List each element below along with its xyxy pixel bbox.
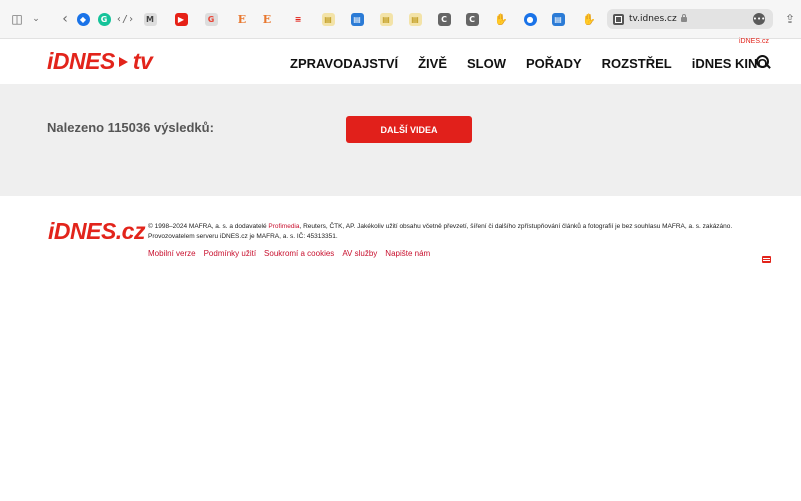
- tab-favicon-12[interactable]: C: [463, 10, 481, 28]
- logo-text-left: iDNES: [47, 48, 115, 74]
- footer-link-av[interactable]: AV služby: [342, 249, 377, 258]
- more-videos-button[interactable]: DALŠÍ VIDEA: [346, 116, 472, 143]
- idnes-cz-logo[interactable]: iDNES.cz: [48, 218, 145, 245]
- code-icon[interactable]: ‹/›: [116, 10, 134, 28]
- profimedia-link[interactable]: Profimedia: [268, 223, 299, 230]
- nav-item-porady[interactable]: POŘADY: [526, 56, 582, 71]
- tab-favicon-2[interactable]: ▶: [172, 10, 190, 28]
- tab-favicon-15[interactable]: ▤: [549, 10, 567, 28]
- footer-link-terms[interactable]: Podmínky užití: [204, 249, 256, 258]
- logo-text-right: tv: [132, 48, 153, 74]
- shield-favicon-icon[interactable]: ◆: [74, 10, 92, 28]
- results-count-title: Nalezeno 115036 výsledků:: [47, 120, 214, 135]
- tab-favicon-10[interactable]: ▤: [406, 10, 424, 28]
- chevron-down-icon[interactable]: ⌄: [27, 10, 45, 28]
- site-favicon-icon: [613, 13, 624, 25]
- nav-item-zpravodajstvi[interactable]: ZPRAVODAJSTVÍ: [290, 56, 398, 71]
- lock-icon: [680, 13, 687, 22]
- footer-link-privacy[interactable]: Soukromí a cookies: [264, 249, 334, 258]
- tab-favicon-9[interactable]: ▤: [377, 10, 395, 28]
- message-icon[interactable]: [762, 256, 771, 263]
- nav-item-zive[interactable]: ŽIVĚ: [418, 56, 447, 71]
- address-text: tv.idnes.cz: [629, 14, 677, 24]
- tab-favicon-13-icon[interactable]: ✋: [492, 10, 510, 28]
- main-nav: ZPRAVODAJSTVÍ ŽIVĚ SLOW POŘADY ROZSTŘEL …: [290, 56, 788, 71]
- tab-favicon-1[interactable]: M: [141, 10, 159, 28]
- more-icon[interactable]: •••: [753, 13, 765, 25]
- tab-favicon-7[interactable]: ▤: [319, 10, 337, 28]
- nav-item-rozstrel[interactable]: ROZSTŘEL: [602, 56, 672, 71]
- tab-favicon-16-icon[interactable]: ✋: [580, 10, 598, 28]
- address-bar[interactable]: tv.idnes.cz •••: [607, 9, 773, 29]
- browser-toolbar: ◫ ⌄ ‹ ◆ G ‹/› M ▶ G E E ≡ ▤ ▤ ▤ ▤ C C ✋ …: [0, 0, 801, 39]
- copyright-part-1: © 1998–2024 MAFRA, a. s. a dodavatelé: [148, 223, 269, 230]
- copyright-text: © 1998–2024 MAFRA, a. s. a dodavatelé Pr…: [148, 222, 778, 242]
- tab-favicon-11[interactable]: C: [435, 10, 453, 28]
- footer-links: Mobilní verze Podmínky užití Soukromí a …: [148, 249, 438, 258]
- play-arrow-icon: [118, 56, 128, 67]
- footer-link-contact[interactable]: Napište nám: [385, 249, 430, 258]
- sidebar-toggle-icon[interactable]: ◫: [8, 10, 26, 28]
- tab-favicon-4[interactable]: E: [233, 10, 251, 28]
- tab-favicon-8[interactable]: ▤: [348, 10, 366, 28]
- search-icon[interactable]: [755, 54, 771, 70]
- footer-link-mobile[interactable]: Mobilní verze: [148, 249, 196, 258]
- idnes-cz-link[interactable]: iDNES.cz: [739, 38, 769, 45]
- nav-item-slow[interactable]: SLOW: [467, 56, 506, 71]
- tab-favicon-3[interactable]: G: [202, 10, 220, 28]
- grammarly-favicon-icon[interactable]: G: [95, 10, 113, 28]
- idnes-tv-logo[interactable]: iDNES tv: [47, 48, 153, 75]
- tab-favicon-14[interactable]: ●: [521, 10, 539, 28]
- tab-favicon-6[interactable]: ≡: [289, 10, 307, 28]
- back-icon[interactable]: ‹: [56, 10, 74, 28]
- share-icon[interactable]: ⇪: [781, 10, 799, 28]
- tab-favicon-5[interactable]: E: [258, 10, 276, 28]
